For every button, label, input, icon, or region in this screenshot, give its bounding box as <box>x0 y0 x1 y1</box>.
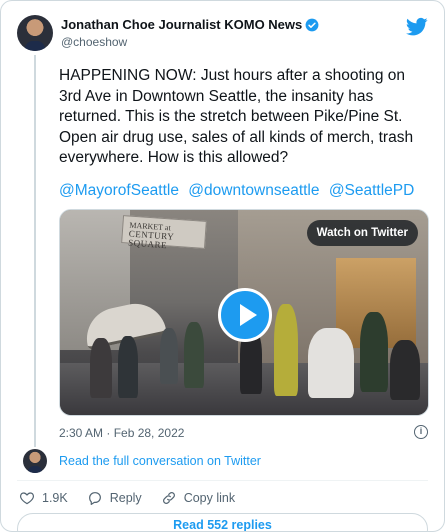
person-figure <box>390 340 420 400</box>
person-figure <box>118 336 138 398</box>
author-name[interactable]: Jonathan Choe Journalist KOMO News <box>61 17 302 32</box>
person-figure <box>90 338 112 398</box>
author-avatar[interactable] <box>17 15 53 51</box>
thread-line <box>34 55 36 447</box>
verified-badge-icon <box>305 18 319 31</box>
embedded-tweet-card: Jonathan Choe Journalist KOMO News @choe… <box>0 0 445 532</box>
link-icon <box>162 492 175 504</box>
watch-on-twitter-button[interactable]: Watch on Twitter <box>306 220 418 246</box>
full-conversation-link[interactable]: Read the full conversation on Twitter <box>59 454 261 468</box>
tweet-timestamp[interactable]: 2:30 AM · Feb 28, 2022 <box>59 426 184 440</box>
read-replies-button[interactable]: Read 552 replies <box>17 513 428 531</box>
building-sign: MARKET at CENTURY SQUARE <box>121 215 207 250</box>
like-button[interactable]: 1.9K <box>19 490 68 506</box>
divider <box>17 480 428 481</box>
tweet-actions: 1.9K Reply Copy link <box>19 488 254 508</box>
twitter-bird-icon[interactable] <box>406 17 428 37</box>
author-name-row[interactable]: Jonathan Choe Journalist KOMO News <box>61 17 319 32</box>
play-icon[interactable] <box>218 288 272 342</box>
author-handle[interactable]: @choeshow <box>61 35 127 49</box>
reply-bubble-icon <box>88 492 101 505</box>
copy-link-label: Copy link <box>183 491 236 505</box>
tweet-header: Jonathan Choe Journalist KOMO News @choe… <box>17 15 432 55</box>
person-figure <box>308 328 354 398</box>
tweet-text: HAPPENING NOW: Just hours after a shooti… <box>59 67 414 166</box>
person-figure <box>184 322 204 388</box>
like-count: 1.9K <box>42 491 68 505</box>
person-figure <box>274 304 298 396</box>
person-figure <box>160 328 178 384</box>
heart-icon <box>19 492 35 505</box>
video-thumbnail[interactable]: MARKET at CENTURY SQUARE Watch on Twitte… <box>59 209 429 416</box>
mention-link[interactable]: @SeattlePD <box>329 182 415 199</box>
full-conversation-row[interactable]: Read the full conversation on Twitter <box>23 448 261 474</box>
info-icon[interactable]: i <box>414 425 428 439</box>
reply-button[interactable]: Reply <box>87 490 142 506</box>
copy-link-button[interactable]: Copy link <box>161 490 235 506</box>
mention-link[interactable]: @MayorofSeattle <box>59 182 179 199</box>
tweet-mentions: @MayorofSeattle @downtownseattle @Seattl… <box>59 181 431 201</box>
person-figure <box>360 312 388 392</box>
reply-label: Reply <box>109 491 142 505</box>
sign-line-2: CENTURY SQUARE <box>127 228 175 251</box>
mention-link[interactable]: @downtownseattle <box>188 182 319 199</box>
author-avatar-small <box>23 449 47 473</box>
